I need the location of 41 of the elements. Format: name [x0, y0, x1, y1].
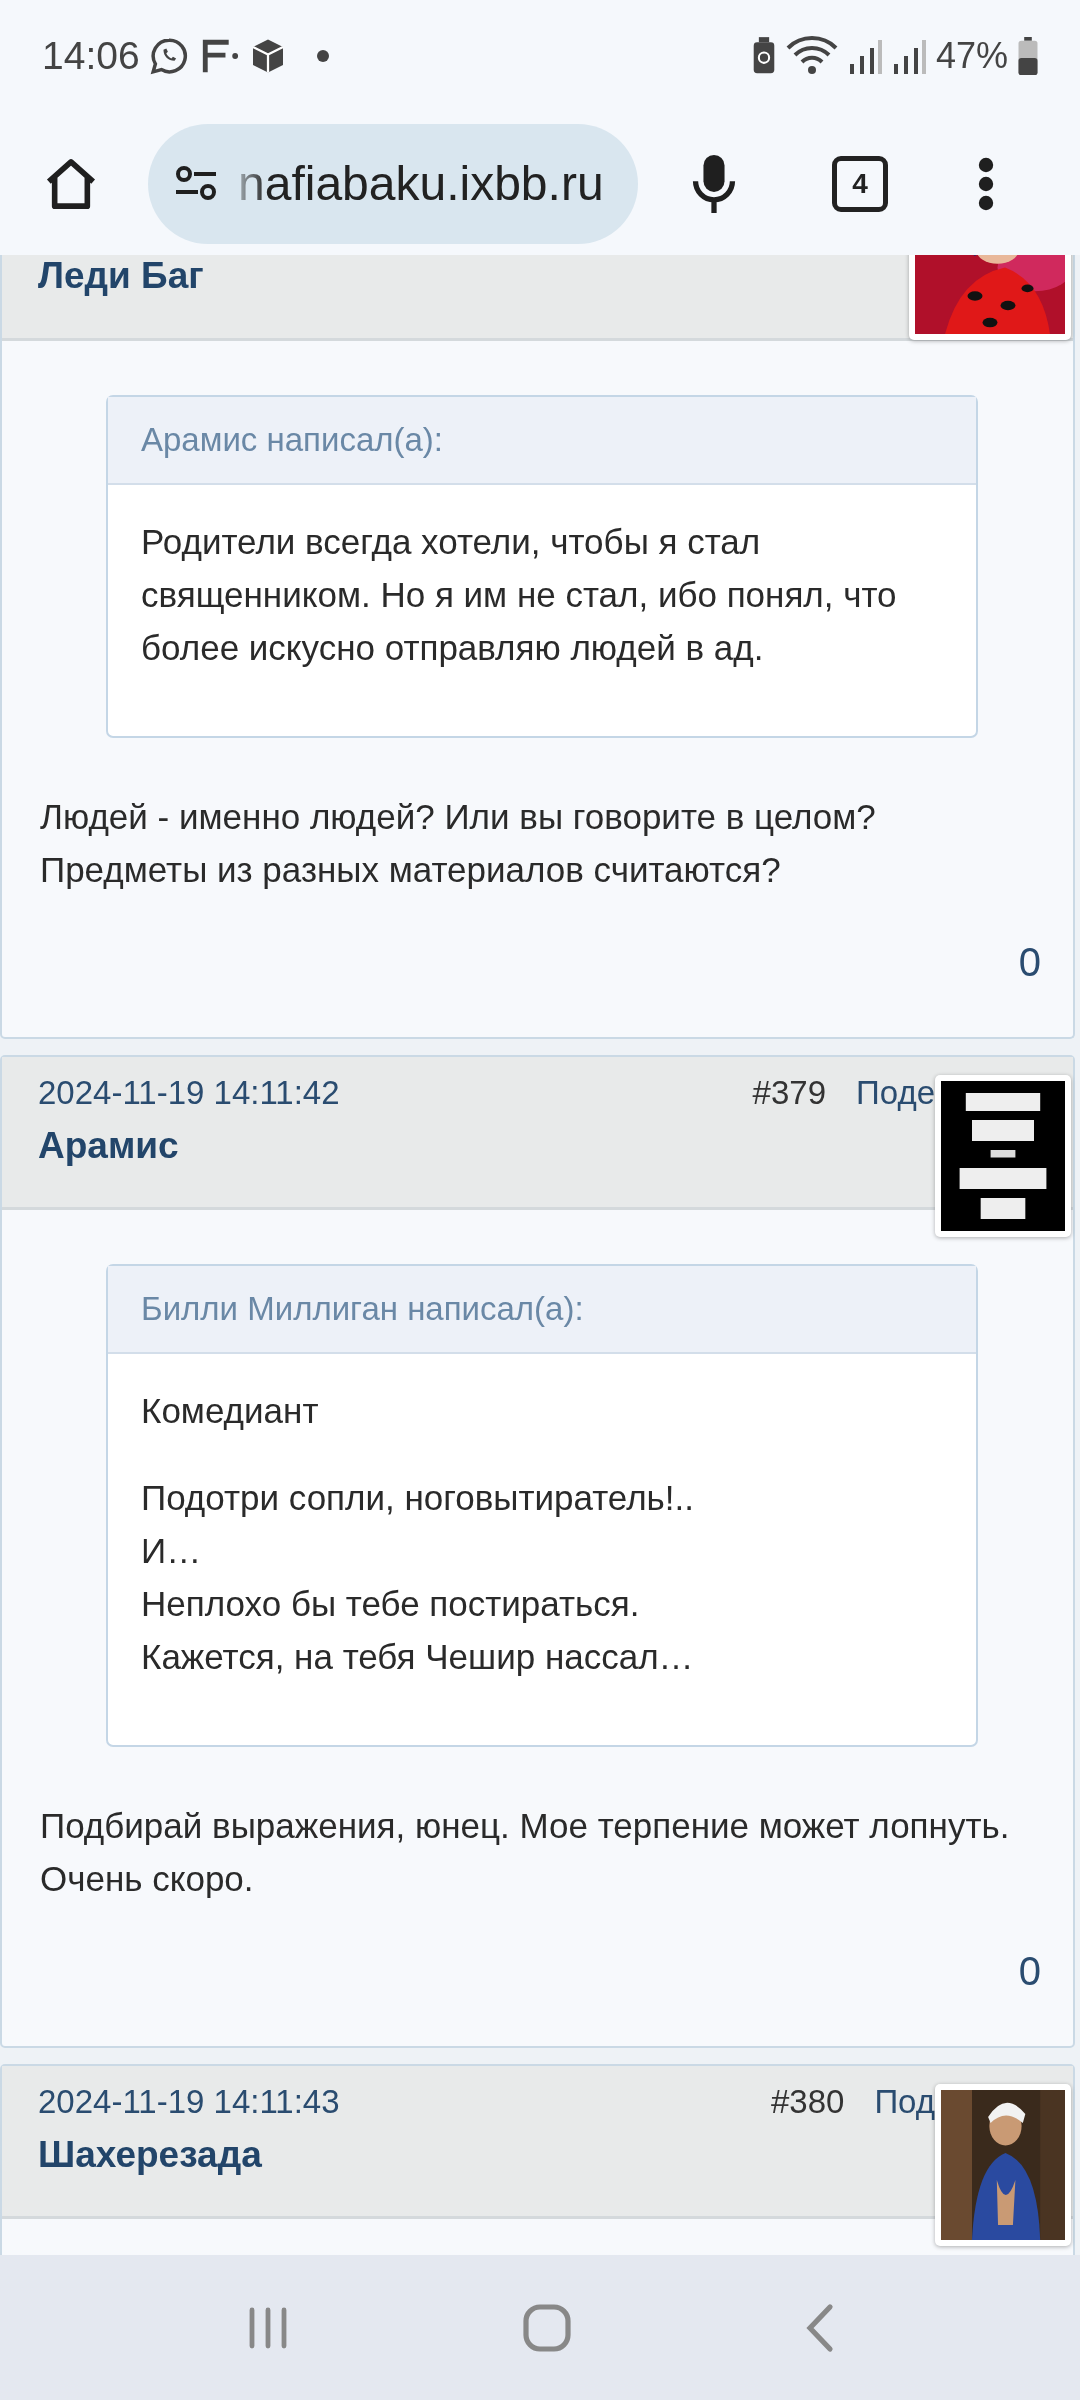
microphone-icon[interactable]: [692, 154, 736, 213]
author-name[interactable]: Шахерезада: [38, 2134, 262, 2176]
post-text: Подбирай выражения, юнец. Мое терпение может лопнуть.: [40, 1805, 1011, 1847]
quote-text: Неплохо бы тебе постираться.: [141, 1583, 641, 1625]
post-number[interactable]: #380: [770, 2083, 845, 2121]
quote-text: Родители всегда хотели, чтобы я стал: [141, 521, 762, 563]
quote-text: Комедиант: [141, 1390, 320, 1432]
battery-saver-icon: [751, 37, 776, 75]
menu-icon[interactable]: [978, 156, 994, 211]
chat-icon: [149, 37, 188, 75]
post-number[interactable]: #379: [752, 1074, 827, 1112]
quote-text: более искусно отправляю людей в ад.: [141, 627, 765, 669]
back-icon[interactable]: [804, 2302, 834, 2353]
tab-count-button[interactable]: 4: [832, 155, 888, 212]
quote-text: священником. Но я им не стал, ибо понял, что: [141, 574, 898, 616]
quote-text: И…: [141, 1530, 203, 1572]
wifi-icon: [785, 36, 838, 76]
post-link[interactable]: Под: [874, 2083, 935, 2121]
signal-icon: [891, 38, 926, 74]
quote-author: Билли Миллиган написал(а):: [108, 1266, 976, 1354]
quote-text: Кажется, на тебя Чешир нассал…: [141, 1636, 695, 1678]
quote-author: Арамис написал(а):: [108, 397, 976, 485]
signal-icon: [847, 38, 882, 74]
author-name[interactable]: Арамис: [38, 1125, 179, 1167]
home-button-icon[interactable]: [522, 2302, 572, 2353]
post-date: 2024-11-19 14:11:43: [38, 2083, 340, 2121]
post-date: 2024-11-19 14:11:42: [38, 1074, 340, 1112]
rating-count: 0: [1018, 1949, 1041, 1994]
battery-percent: 47%: [935, 35, 1008, 77]
dot-icon: [315, 49, 330, 63]
post-text: Людей - именно людей? Или вы говорите в целом?: [40, 796, 877, 838]
post-text: Предметы из разных материалов считаются?: [40, 849, 782, 891]
address-bar[interactable]: nafiabaku.ixbb.ru: [148, 123, 638, 244]
status-time: 14:06: [42, 34, 140, 78]
post-link[interactable]: Поде: [856, 1074, 935, 1112]
battery-icon: [1018, 37, 1038, 75]
post-text: Очень скоро.: [40, 1858, 255, 1900]
rating-count: 0: [1018, 940, 1041, 985]
author-name[interactable]: Леди Баг: [38, 255, 204, 297]
url-text: nafiabaku.ixbb.ru: [238, 156, 604, 211]
quote-text: Подотри сопли, ноговытиратель!..: [141, 1477, 695, 1519]
